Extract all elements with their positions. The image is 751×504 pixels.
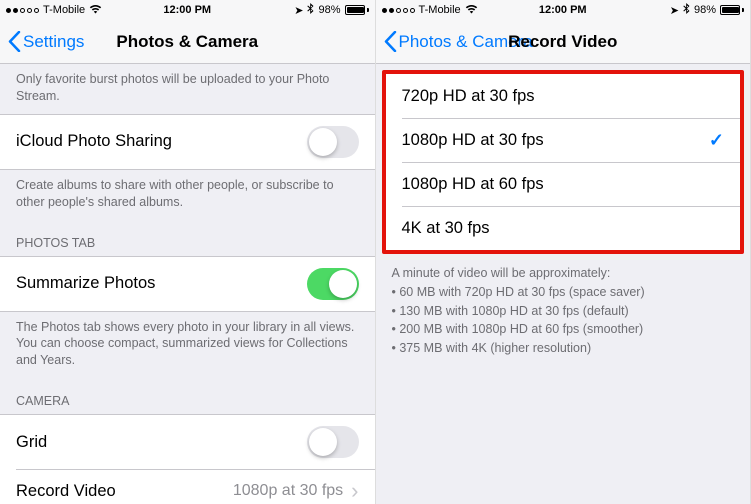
option-720p-30[interactable]: 720p HD at 30 fps bbox=[386, 74, 741, 118]
summarize-cell[interactable]: Summarize Photos bbox=[0, 257, 375, 311]
option-1080p-30[interactable]: 1080p HD at 30 fps ✓ bbox=[386, 118, 741, 162]
clock-label: 12:00 PM bbox=[539, 4, 587, 16]
back-label: Settings bbox=[23, 32, 84, 52]
option-label: 720p HD at 30 fps bbox=[402, 87, 535, 106]
nav-bar: Settings Photos & Camera bbox=[0, 20, 375, 64]
grid-toggle[interactable] bbox=[307, 426, 359, 458]
video-size-note: A minute of video will be approximately:… bbox=[376, 254, 751, 368]
location-icon: ➤ bbox=[670, 4, 679, 17]
battery-icon bbox=[720, 5, 744, 15]
wifi-icon bbox=[465, 4, 478, 17]
highlight-annotation: 720p HD at 30 fps 1080p HD at 30 fps ✓ 1… bbox=[382, 70, 745, 254]
option-label: 1080p HD at 30 fps bbox=[402, 131, 544, 150]
cell-label: Grid bbox=[16, 433, 47, 452]
grid-cell[interactable]: Grid bbox=[0, 415, 375, 469]
chevron-left-icon bbox=[384, 31, 397, 52]
wifi-icon bbox=[89, 4, 102, 17]
icloud-sharing-toggle[interactable] bbox=[307, 126, 359, 158]
phone-right: T-Mobile 12:00 PM ➤ 98% Photos & Camera … bbox=[376, 0, 751, 504]
icloud-footer: Create albums to share with other people… bbox=[0, 170, 375, 220]
carrier-label: T-Mobile bbox=[419, 4, 461, 16]
bluetooth-icon bbox=[683, 3, 690, 18]
option-1080p-60[interactable]: 1080p HD at 60 fps bbox=[386, 162, 741, 206]
photos-tab-header: PHOTOS TAB bbox=[0, 220, 375, 256]
cell-label: iCloud Photo Sharing bbox=[16, 132, 172, 151]
signal-dots-icon bbox=[6, 8, 39, 13]
option-4k-30[interactable]: 4K at 30 fps bbox=[386, 206, 741, 250]
burst-footer: Only favorite burst photos will be uploa… bbox=[0, 64, 375, 114]
option-label: 1080p HD at 60 fps bbox=[402, 175, 544, 194]
nav-bar: Photos & Camera Record Video bbox=[376, 20, 751, 64]
chevron-left-icon bbox=[8, 31, 21, 52]
signal-dots-icon bbox=[382, 8, 415, 13]
record-video-cell[interactable]: Record Video 1080p at 30 fps › bbox=[0, 469, 375, 504]
record-video-content[interactable]: 720p HD at 30 fps 1080p HD at 30 fps ✓ 1… bbox=[376, 64, 751, 504]
phone-left: T-Mobile 12:00 PM ➤ 98% Settings Photos … bbox=[0, 0, 376, 504]
clock-label: 12:00 PM bbox=[163, 4, 211, 16]
icloud-sharing-cell[interactable]: iCloud Photo Sharing bbox=[0, 115, 375, 169]
cell-value: 1080p at 30 fps bbox=[233, 482, 343, 500]
summarize-footer: The Photos tab shows every photo in your… bbox=[0, 312, 375, 379]
cell-label: Summarize Photos bbox=[16, 274, 155, 293]
summarize-toggle[interactable] bbox=[307, 268, 359, 300]
settings-content[interactable]: Only favorite burst photos will be uploa… bbox=[0, 64, 375, 504]
battery-icon bbox=[345, 5, 369, 15]
carrier-label: T-Mobile bbox=[43, 4, 85, 16]
battery-percent: 98% bbox=[318, 4, 340, 16]
cell-label: Record Video bbox=[16, 482, 116, 501]
battery-percent: 98% bbox=[694, 4, 716, 16]
bluetooth-icon bbox=[307, 3, 314, 18]
status-bar: T-Mobile 12:00 PM ➤ 98% bbox=[0, 0, 375, 20]
nav-title: Record Video bbox=[508, 32, 617, 52]
camera-header: CAMERA bbox=[0, 378, 375, 414]
location-icon: ➤ bbox=[294, 4, 303, 17]
chevron-right-icon: › bbox=[351, 480, 358, 502]
status-bar: T-Mobile 12:00 PM ➤ 98% bbox=[376, 0, 751, 20]
checkmark-icon: ✓ bbox=[709, 130, 724, 151]
nav-title: Photos & Camera bbox=[116, 32, 258, 52]
option-label: 4K at 30 fps bbox=[402, 219, 490, 238]
back-button[interactable]: Settings bbox=[8, 31, 84, 52]
